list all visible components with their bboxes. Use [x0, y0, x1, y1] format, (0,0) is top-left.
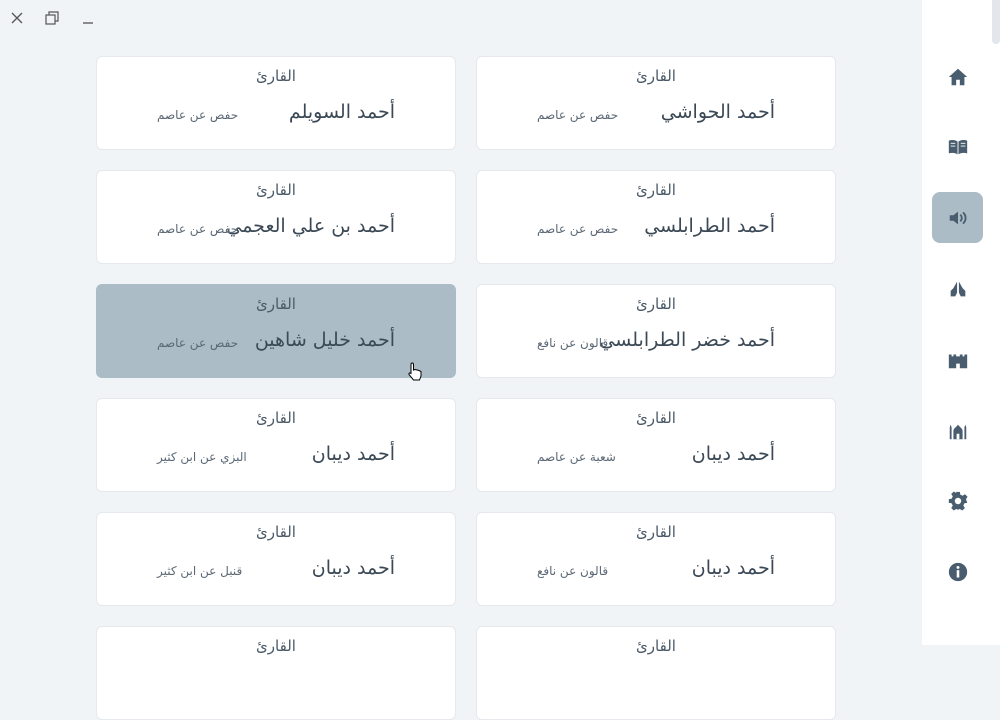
minimize-icon: [83, 22, 93, 24]
mouse-cursor: [408, 362, 422, 381]
reciter-card[interactable]: القارئ: [476, 626, 836, 720]
sidebar: [922, 0, 1000, 645]
reciter-label: القارئ: [256, 409, 296, 427]
volume-icon: [949, 211, 966, 224]
nav-audio-button[interactable]: [932, 192, 983, 243]
reciter-card[interactable]: القارئ أحمد خضر الطرابلسي قالون عن نافع: [476, 284, 836, 378]
minimize-window-button[interactable]: [76, 6, 100, 30]
reciter-name: أحمد الطرابلسي: [644, 215, 775, 237]
reciter-label: القارئ: [636, 67, 676, 85]
reciter-name: أحمد خضر الطرابلسي: [599, 329, 775, 351]
reciter-riwaya: شعبة عن عاصم: [537, 450, 616, 464]
close-window-button[interactable]: [5, 6, 29, 30]
reciter-card[interactable]: القارئ أحمد الطرابلسي حفص عن عاصم: [476, 170, 836, 264]
nav-supplication-button[interactable]: [932, 263, 983, 314]
nav-mosque-button[interactable]: [932, 405, 983, 456]
reciter-label: القارئ: [256, 181, 296, 199]
reciter-card[interactable]: القارئ أحمد ديبان شعبة عن عاصم: [476, 398, 836, 492]
reciter-riwaya: حفص عن عاصم: [157, 108, 239, 122]
reciter-name: أحمد خليل شاهين: [254, 329, 395, 351]
reciter-label: القارئ: [256, 523, 296, 541]
reciter-card[interactable]: القارئ أحمد السويلم حفص عن عاصم: [96, 56, 456, 150]
reciter-card[interactable]: القارئ أحمد ديبان البزي عن ابن كثير: [96, 398, 456, 492]
praying-hands-icon: [950, 281, 965, 296]
reciter-riwaya: حفص عن عاصم: [157, 336, 239, 350]
nav-settings-button[interactable]: [932, 475, 983, 526]
fort-icon: [948, 354, 967, 368]
nav-home-button[interactable]: [932, 51, 983, 102]
reciter-riwaya: حفص عن عاصم: [537, 222, 619, 236]
reciter-riwaya: قنبل عن ابن كثير: [157, 564, 243, 578]
reciter-label: القارئ: [256, 295, 296, 313]
reciter-label: القارئ: [256, 637, 296, 655]
reciter-label: القارئ: [636, 295, 676, 313]
restore-icon: [45, 11, 59, 25]
reciter-riwaya: البزي عن ابن كثير: [157, 450, 247, 464]
reciter-card[interactable]: القارئ: [96, 626, 456, 720]
reciter-name: أحمد ديبان: [691, 443, 775, 465]
restore-window-button[interactable]: [40, 6, 64, 30]
nav-about-button[interactable]: [932, 546, 983, 597]
reciter-card[interactable]: القارئ أحمد الحواشي حفص عن عاصم: [476, 56, 836, 150]
reciter-label: القارئ: [636, 409, 676, 427]
reciter-label: القارئ: [636, 523, 676, 541]
reciter-riwaya: قالون عن نافع: [537, 564, 609, 578]
nav-kaaba-button[interactable]: [932, 334, 983, 385]
reciter-name: أحمد بن علي العجمي: [226, 215, 395, 237]
mosque-icon: [949, 424, 966, 439]
reciter-label: القارئ: [636, 637, 676, 655]
reciter-card[interactable]: القارئ أحمد ديبان قالون عن نافع: [476, 512, 836, 606]
book-open-icon: [948, 139, 967, 154]
scrollbar-thumb[interactable]: [992, 0, 1000, 44]
reciter-riwaya: حفص عن عاصم: [157, 222, 239, 236]
reciter-label: القارئ: [256, 67, 296, 85]
home-icon: [948, 68, 967, 85]
reciter-riwaya: حفص عن عاصم: [537, 108, 619, 122]
reciter-name: أحمد ديبان: [311, 557, 395, 579]
nav-quran-button[interactable]: [932, 121, 983, 172]
reciter-card[interactable]: القارئ أحمد خليل شاهين حفص عن عاصم: [96, 284, 456, 378]
reciter-label: القارئ: [636, 181, 676, 199]
reciter-name: أحمد ديبان: [311, 443, 395, 465]
gear-icon: [948, 490, 968, 511]
reciter-card[interactable]: القارئ أحمد ديبان قنبل عن ابن كثير: [96, 512, 456, 606]
close-icon: [11, 12, 23, 24]
reciter-riwaya: قالون عن نافع: [537, 336, 609, 350]
reciter-name: أحمد السويلم: [288, 101, 395, 123]
reciter-name: أحمد الحواشي: [660, 101, 775, 123]
info-icon: [948, 562, 967, 581]
reciter-name: أحمد ديبان: [691, 557, 775, 579]
reciter-card[interactable]: القارئ أحمد بن علي العجمي حفص عن عاصم: [96, 170, 456, 264]
